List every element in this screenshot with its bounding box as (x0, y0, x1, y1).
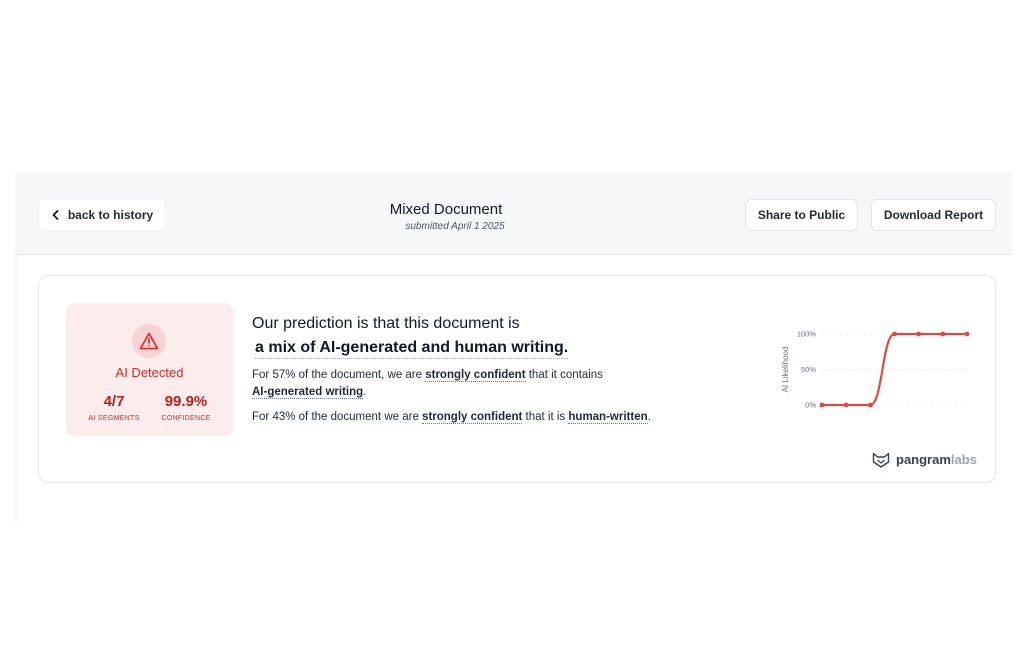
ai-generated-writing-term[interactable]: AI-generated writing (252, 386, 364, 399)
confidence-value: 99.9% (164, 393, 208, 410)
ai-segments-value: 4/7 (103, 393, 125, 410)
y-tick-label: 50% (801, 365, 816, 374)
back-label: back to history (67, 207, 154, 222)
app-window: back to history Mixed Document submitted… (15, 172, 1012, 522)
back-to-history-button[interactable]: back to history (38, 198, 166, 231)
pangram-labs-logo: pangramlabs (872, 451, 977, 469)
document-subtitle: submitted April 1 2025 (405, 221, 505, 232)
prediction-result: a mix of AI-generated and human writing. (255, 339, 569, 359)
pangram-fox-icon (872, 452, 890, 468)
warning-badge (132, 324, 166, 358)
warning-icon (139, 332, 159, 350)
side-divider (15, 255, 17, 522)
brand-name-primary: pangram (896, 452, 951, 467)
y-tick-label: 100% (797, 330, 817, 339)
human-suffix: . (647, 411, 651, 423)
likelihood-point (819, 402, 825, 408)
ai-segments-label: AI SEGMENTS (88, 415, 140, 422)
human-portion-detail: For 43% of the document we are strongly … (252, 409, 732, 426)
human-strong-confident[interactable]: strongly confident (422, 411, 523, 424)
human-prefix: For 43% of the document we are (252, 411, 423, 423)
document-title: Mixed Document (389, 201, 503, 218)
confidence-label: CONFIDENCE (161, 415, 211, 422)
ai-strong-confident[interactable]: strongly confident (425, 369, 526, 382)
ai-suffix: . (363, 386, 367, 398)
human-written-term[interactable]: human-written (568, 411, 648, 424)
likelihood-point (964, 331, 970, 337)
verdict-label: AI Detected (115, 365, 184, 380)
share-to-public-button[interactable]: Share to Public (745, 199, 858, 231)
likelihood-point (843, 402, 849, 408)
ai-likelihood-chart: 0% 50% 100% AI Likelihood (781, 330, 970, 410)
likelihood-point (916, 331, 922, 337)
y-tick-label: 0% (805, 401, 816, 410)
prediction-intro: Our prediction is that this document is (252, 315, 520, 332)
verdict-badge: AI Detected 4/7 AI SEGMENTS 99.9% CONFID… (66, 303, 233, 436)
human-mid: that it is (522, 411, 569, 423)
ai-portion-detail: For 57% of the document, we are strongly… (252, 367, 652, 401)
download-report-button[interactable]: Download Report (871, 199, 996, 231)
y-axis-label: AI Likelihood (781, 347, 790, 393)
header-bar: back to history Mixed Document submitted… (15, 172, 1012, 255)
likelihood-point (940, 331, 946, 337)
ai-mid: that it contains (525, 369, 603, 381)
ai-prefix: For 57% of the document, we are (252, 369, 426, 381)
brand-name-secondary: labs (950, 452, 977, 467)
chevron-left-icon (52, 209, 59, 220)
likelihood-point (892, 331, 897, 337)
result-card: AI Detected 4/7 AI SEGMENTS 99.9% CONFID… (38, 275, 996, 483)
likelihood-point (867, 402, 873, 408)
